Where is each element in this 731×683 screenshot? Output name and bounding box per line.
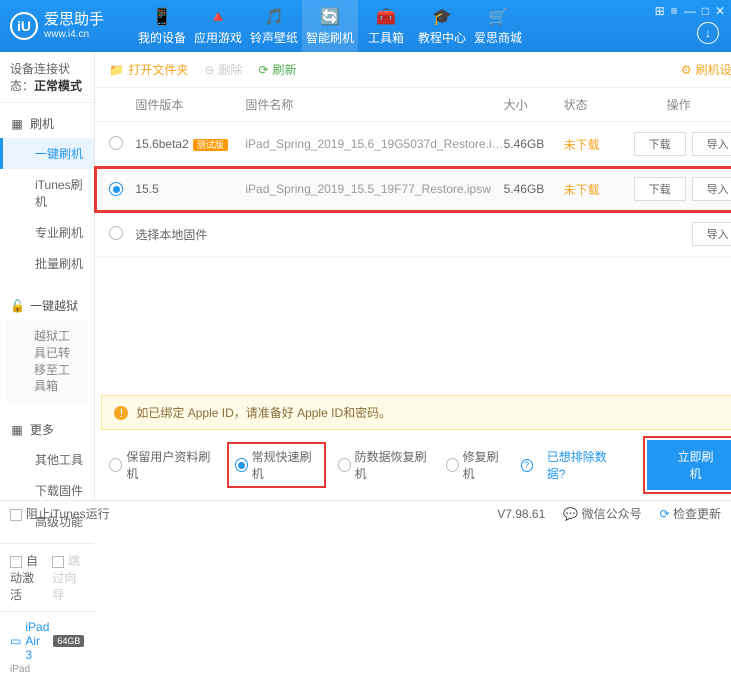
wechat-link[interactable]: 💬 微信公众号 [563, 505, 641, 522]
nav-我的设备[interactable]: 📱我的设备 [134, 0, 190, 52]
nav-icon: 🛒 [488, 7, 508, 27]
import-button[interactable]: 导入 [692, 222, 731, 246]
sidebar: 设备连接状态：正常模式 ▦刷机 一键刷机iTunes刷机专业刷机批量刷机 🔓一键… [0, 52, 95, 500]
delete-button[interactable]: ⊖删除 [204, 61, 242, 78]
update-icon: ⟳ [660, 507, 670, 521]
device-icon: ▭ [10, 634, 21, 648]
nav-爱思商城[interactable]: 🛒爱思商城 [470, 0, 526, 52]
nav-icon: 🎓 [432, 7, 452, 27]
flash-icon: ▦ [10, 117, 24, 131]
brand-name: 爱思助手 [44, 12, 104, 29]
sidebar-item[interactable]: 下载固件 [0, 475, 94, 506]
app-logo: iU [10, 12, 38, 40]
nav-教程中心[interactable]: 🎓教程中心 [414, 0, 470, 52]
toolbar: 📁打开文件夹 ⊖删除 ⟳刷新 ⚙刷机设置 [95, 52, 731, 88]
radio-local[interactable] [109, 226, 123, 240]
mode-repair[interactable]: 修复刷机 [446, 448, 507, 482]
title-bar: iU 爱思助手 www.i4.cn 📱我的设备🔺应用游戏🎵铃声壁纸🔄智能刷机🧰工… [0, 0, 731, 52]
download-button[interactable]: 下载 [634, 177, 686, 201]
sidebar-section-jailbreak[interactable]: 🔓一键越狱 [0, 291, 94, 320]
brand-url: www.i4.cn [44, 29, 104, 40]
download-manager-icon[interactable]: ↓ [697, 22, 719, 44]
import-button[interactable]: 导入 [692, 132, 731, 156]
radio[interactable] [109, 182, 123, 196]
download-button[interactable]: 下载 [634, 132, 686, 156]
mode-normal[interactable]: 常规快速刷机 [229, 444, 324, 486]
flash-settings-button[interactable]: ⚙刷机设置 [681, 61, 731, 78]
sidebar-section-more[interactable]: ▦更多 [0, 415, 94, 444]
skip-guide-checkbox[interactable]: 跳过向导 [52, 552, 84, 603]
close-icon[interactable]: ✕ [715, 4, 725, 18]
version-label: V7.98.61 [497, 507, 545, 521]
nav-icon: 📱 [152, 7, 172, 27]
window-controls: ⊞ ≡ — □ ✕ [655, 4, 725, 18]
delete-icon: ⊖ [204, 63, 214, 77]
help-icon[interactable]: ? [521, 459, 533, 472]
exclude-data-link[interactable]: 已想排除数据? [547, 448, 620, 482]
nav-icon: 🎵 [264, 7, 284, 27]
settings-icon[interactable]: ⊞ [655, 4, 665, 18]
firmware-row[interactable]: 15.6beta2测试版iPad_Spring_2019_15.6_19G503… [95, 122, 731, 167]
sidebar-item[interactable]: 其他工具 [0, 444, 94, 475]
block-itunes-checkbox[interactable]: 阻止iTunes运行 [10, 505, 110, 522]
check-update-link[interactable]: ⟳ 检查更新 [660, 505, 721, 522]
sidebar-section-flash[interactable]: ▦刷机 [0, 109, 94, 138]
connection-status: 设备连接状态：正常模式 [0, 52, 94, 103]
more-icon: ▦ [10, 423, 24, 437]
status-bar: 阻止iTunes运行 V7.98.61 💬 微信公众号 ⟳ 检查更新 [0, 500, 731, 526]
mode-anti-recovery[interactable]: 防数据恢复刷机 [338, 448, 432, 482]
jailbreak-note: 越狱工具已转移至工具箱 [6, 320, 88, 403]
auto-activate-checkbox[interactable]: 自动激活 [10, 552, 42, 603]
import-button[interactable]: 导入 [692, 177, 731, 201]
nav-工具箱[interactable]: 🧰工具箱 [358, 0, 414, 52]
mode-keep-data[interactable]: 保留用户资料刷机 [109, 448, 214, 482]
menu-icon[interactable]: ≡ [671, 4, 678, 18]
minimize-icon[interactable]: — [684, 4, 696, 18]
refresh-icon: ⟳ [258, 63, 268, 77]
start-flash-button[interactable]: 立即刷机 [647, 440, 731, 490]
mode-bar: 保留用户资料刷机 常规快速刷机 防数据恢复刷机 修复刷机 ? 已想排除数据? 立… [95, 430, 731, 500]
nav-icon: 🔺 [208, 7, 228, 27]
sidebar-item[interactable]: iTunes刷机 [0, 169, 94, 217]
warning-icon: ! [114, 406, 128, 420]
sidebar-item[interactable]: 一键刷机 [0, 138, 94, 169]
local-firmware-row[interactable]: 选择本地固件 导入 [95, 212, 731, 257]
table-header: 固件版本 固件名称 大小 状态 操作 [95, 88, 731, 122]
appleid-alert: ! 如已绑定 Apple ID，请准备好 Apple ID和密码。 ✕ [101, 395, 731, 430]
nav-铃声壁纸[interactable]: 🎵铃声壁纸 [246, 0, 302, 52]
device-info[interactable]: ▭iPad Air 364GB iPad [0, 611, 94, 683]
nav-icon: 🧰 [376, 7, 396, 27]
refresh-button[interactable]: ⟳刷新 [258, 61, 296, 78]
firmware-row[interactable]: 15.5iPad_Spring_2019_15.5_19F77_Restore.… [95, 167, 731, 212]
maximize-icon[interactable]: □ [702, 4, 709, 18]
sidebar-item[interactable]: 批量刷机 [0, 248, 94, 279]
folder-icon: 📁 [109, 63, 124, 77]
nav-智能刷机[interactable]: 🔄智能刷机 [302, 0, 358, 52]
gear-icon: ⚙ [681, 63, 692, 77]
radio[interactable] [109, 136, 123, 150]
open-folder-button[interactable]: 📁打开文件夹 [109, 61, 188, 78]
nav-应用游戏[interactable]: 🔺应用游戏 [190, 0, 246, 52]
lock-icon: 🔓 [10, 299, 24, 313]
nav-icon: 🔄 [320, 7, 340, 27]
wechat-icon: 💬 [563, 507, 578, 521]
sidebar-item[interactable]: 专业刷机 [0, 217, 94, 248]
